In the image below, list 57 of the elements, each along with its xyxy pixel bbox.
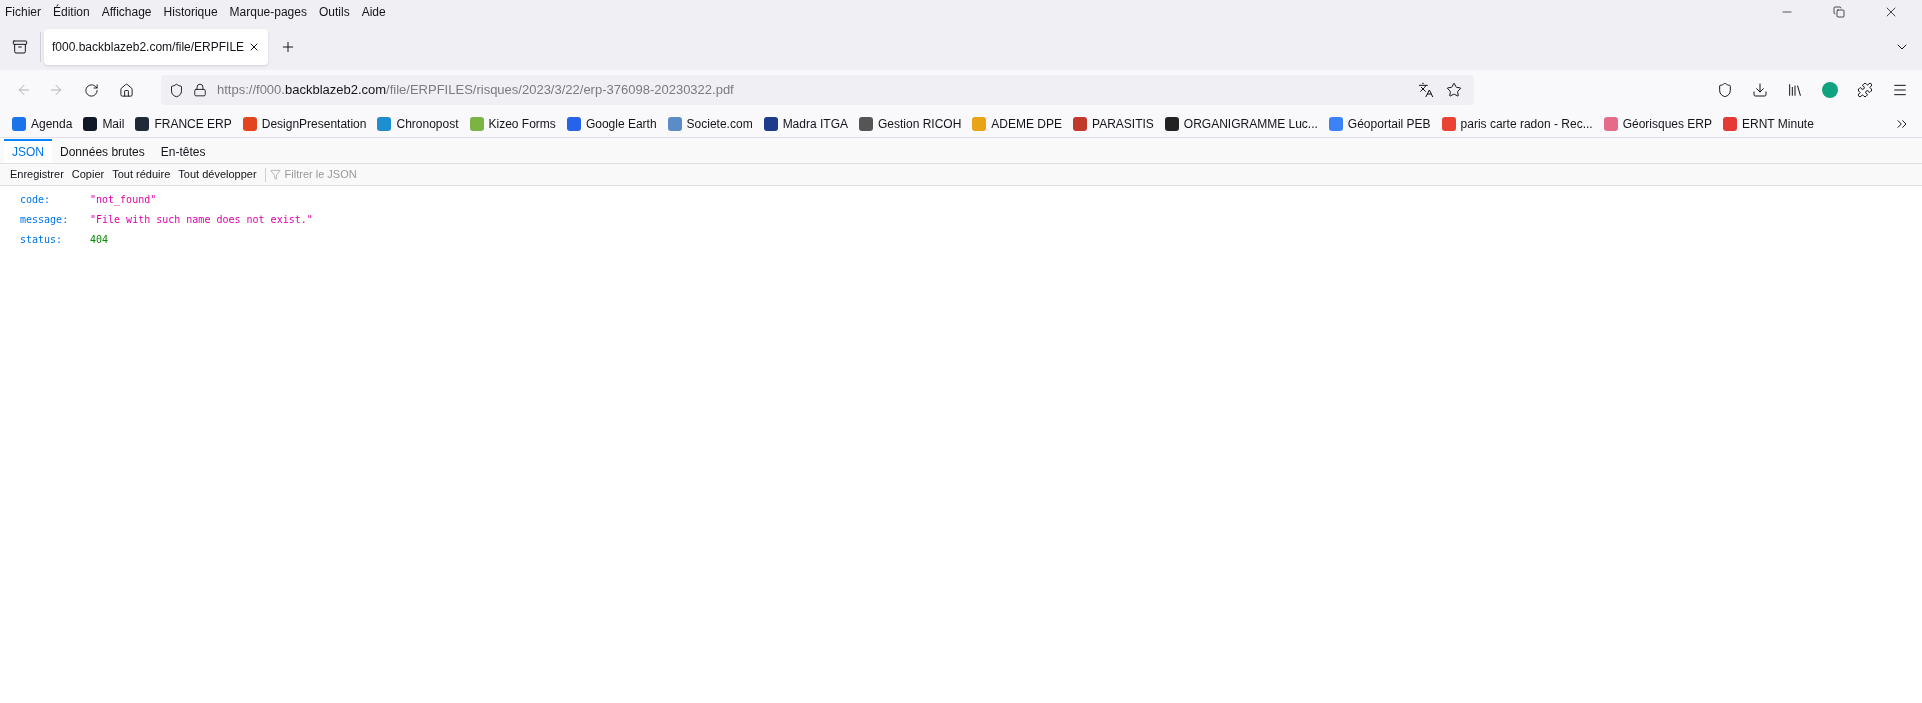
bookmark-link[interactable]: Societe.com [686, 114, 753, 133]
browser-tab[interactable]: f000.backblazeb2.com/file/ERPFILE [44, 29, 268, 65]
menu-item[interactable]: Outils [318, 3, 350, 21]
toolbar-button[interactable]: Tout réduire [108, 166, 175, 183]
url-text: https://f000.backblazeb2.com/file/ERPFILES/risques/2023/3/22/erp-376098-20230322.pdf [217, 81, 734, 100]
bookmark-link[interactable]: PARASITIS [1092, 114, 1154, 133]
filter-icon [269, 169, 281, 180]
viewer-tab[interactable]: En-têtes [152, 139, 214, 163]
json-value: "File with such name does not exist." [90, 212, 313, 227]
menu-item[interactable]: Marque-pages [229, 3, 307, 21]
menu-item[interactable]: Affichage [101, 3, 152, 21]
bookmark-link[interactable]: DesignPresentation [261, 114, 367, 133]
address-bar[interactable]: https://f000.backblazeb2.com/file/ERPFILES/risques/2023/3/22/erp-376098-20230322.pdf [161, 75, 1474, 105]
bookmark-link[interactable]: FRANCE ERP [154, 114, 232, 133]
bookmark-link[interactable]: Google Earth [585, 114, 657, 133]
lock-icon[interactable] [193, 83, 207, 97]
reload-icon[interactable] [84, 82, 99, 98]
translate-icon[interactable] [1418, 82, 1434, 98]
bookmark-link[interactable]: Kizeo Forms [488, 114, 556, 133]
bookmark-link[interactable]: Gestion RICOH [878, 114, 962, 133]
bookmark-link[interactable]: Mail [102, 114, 125, 133]
bookmark-link[interactable]: ERNT Minute [1742, 114, 1814, 133]
filter-field[interactable]: Filtrer le JSON [284, 166, 485, 183]
menu-item[interactable]: Fichier [5, 3, 41, 21]
tab-list-icon[interactable] [12, 39, 28, 55]
restore-icon[interactable] [1833, 6, 1845, 18]
bookmark-star-icon[interactable] [1446, 82, 1462, 98]
menu-item[interactable]: Aide [361, 3, 386, 21]
shield-icon[interactable] [169, 82, 184, 98]
new-tab-icon[interactable] [280, 39, 296, 55]
menu-item[interactable]: Édition [53, 3, 90, 21]
extension-icon[interactable] [1822, 82, 1838, 98]
json-key: message: [20, 211, 90, 227]
tab-title: f000.backblazeb2.com/file/ERPFILE [52, 39, 245, 56]
menu-item[interactable]: Historique [163, 3, 218, 21]
bookmark-link[interactable]: ORGANIGRAMME Luc... [1183, 114, 1318, 133]
json-value: 404 [90, 232, 109, 247]
bookmark-link[interactable]: paris carte radon - Rec... [1460, 114, 1593, 133]
bookmark-link[interactable]: Chronopost [396, 114, 459, 133]
menu-icon[interactable] [1892, 82, 1908, 98]
bookmark-link[interactable]: Agenda [31, 114, 73, 133]
json-value: "not_found" [90, 192, 157, 207]
bookmark-link[interactable]: Géoportail PEB [1347, 114, 1431, 133]
bookmark-link[interactable]: Madra ITGA [782, 114, 848, 133]
toolbar-button[interactable]: Copier [67, 166, 109, 183]
home-icon[interactable] [119, 82, 134, 98]
json-key: code: [20, 191, 90, 207]
json-key: status: [20, 231, 90, 247]
viewer-tab[interactable]: Données brutes [52, 139, 153, 163]
bookmark-link[interactable]: Géorisques ERP [1622, 114, 1712, 133]
bookmark-link[interactable]: ADEME DPE [991, 114, 1063, 133]
extensions-icon[interactable] [1857, 82, 1873, 98]
library-icon[interactable] [1787, 82, 1803, 98]
download-icon[interactable] [1752, 82, 1768, 98]
toolbar-button[interactable]: Tout développer [174, 166, 261, 183]
viewer-tab[interactable]: JSON [4, 139, 52, 163]
toolbar-button[interactable]: Enregistrer [6, 166, 68, 183]
